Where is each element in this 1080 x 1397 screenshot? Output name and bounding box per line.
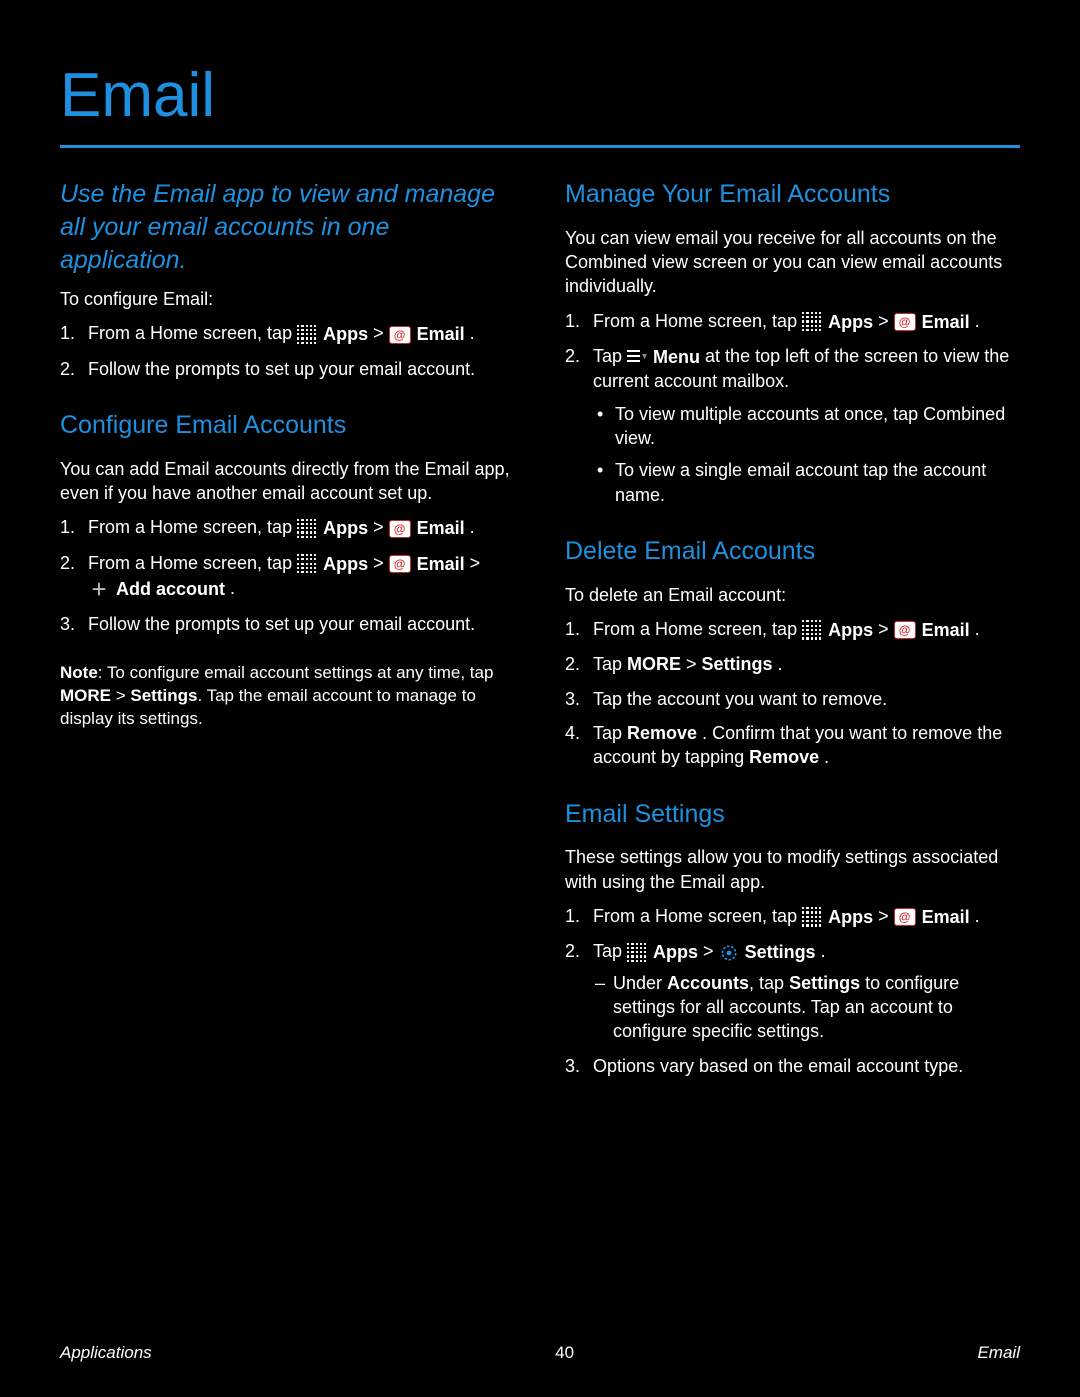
configure-accounts-body: You can add Email accounts directly from… bbox=[60, 457, 515, 506]
apps-icon bbox=[802, 620, 822, 640]
settings-step-3: 3. Options vary based on the email accou… bbox=[565, 1054, 1020, 1078]
delete-step-3: 3. Tap the account you want to remove. bbox=[565, 687, 1020, 711]
menu-dropdown-icon bbox=[627, 349, 647, 365]
add-icon: + bbox=[88, 578, 110, 600]
delete-step-2: 2. Tap MORE > Settings . bbox=[565, 652, 1020, 676]
add-step-1: 1. From a Home screen, tap Apps > @ Emai… bbox=[60, 515, 515, 540]
menu-label: Menu bbox=[653, 345, 700, 369]
manage-body: You can view email you receive for all a… bbox=[565, 226, 1020, 299]
note-box: Note: To configure email account setting… bbox=[60, 662, 515, 731]
footer-right: Email bbox=[977, 1343, 1020, 1363]
delete-step-1: 1. From a Home screen, tap Apps > @ Emai… bbox=[565, 617, 1020, 642]
manage-sub-combined: To view multiple accounts at once, tap C… bbox=[593, 402, 1020, 451]
manage-sub-single: To view a single email account tap the a… bbox=[593, 458, 1020, 507]
apps-label: Apps bbox=[323, 322, 368, 346]
email-icon: @ bbox=[894, 313, 916, 331]
heading-configure-accounts: Configure Email Accounts bbox=[60, 409, 515, 443]
email-icon: @ bbox=[389, 520, 411, 538]
configure-step-1: 1. From a Home screen, tap Apps > @ Emai… bbox=[60, 321, 515, 346]
apps-icon bbox=[627, 943, 647, 963]
email-icon: @ bbox=[389, 555, 411, 573]
gear-icon bbox=[719, 943, 739, 963]
to-configure-label: To configure Email: bbox=[60, 287, 515, 311]
configure-step-2: 2. Follow the prompts to set up your ema… bbox=[60, 357, 515, 381]
delete-step-4: 4. Tap Remove . Confirm that you want to… bbox=[565, 721, 1020, 770]
add-step-2: 2. From a Home screen, tap Apps > @ Emai… bbox=[60, 551, 515, 602]
heading-delete-accounts: Delete Email Accounts bbox=[565, 535, 1020, 569]
heading-email-settings: Email Settings bbox=[565, 798, 1020, 832]
settings-label: Settings bbox=[745, 940, 816, 964]
footer-left: Applications bbox=[60, 1343, 152, 1363]
page-footer: Applications 40 Email bbox=[0, 1343, 1080, 1363]
email-icon: @ bbox=[894, 621, 916, 639]
page-title: Email bbox=[60, 60, 1020, 131]
heading-manage-accounts: Manage Your Email Accounts bbox=[565, 178, 1020, 212]
apps-icon bbox=[802, 312, 822, 332]
email-icon: @ bbox=[389, 326, 411, 344]
apps-icon bbox=[297, 519, 317, 539]
apps-icon bbox=[297, 554, 317, 574]
apps-icon bbox=[297, 325, 317, 345]
footer-page-number: 40 bbox=[555, 1343, 574, 1363]
settings-step-2: 2. Tap Apps > Settings . bbox=[565, 939, 1020, 1043]
settings-step-1: 1. From a Home screen, tap Apps > @ Emai… bbox=[565, 904, 1020, 929]
add-account-label: Add account bbox=[116, 577, 225, 601]
title-rule bbox=[60, 145, 1020, 148]
add-step-3: 3. Follow the prompts to set up your ema… bbox=[60, 612, 515, 636]
email-icon: @ bbox=[894, 908, 916, 926]
email-label: Email bbox=[417, 322, 465, 346]
manage-step-2: 2. Tap Menu at the top left of the scree… bbox=[565, 344, 1020, 507]
manage-step-1: 1. From a Home screen, tap Apps > @ Emai… bbox=[565, 309, 1020, 334]
settings-sub-accounts: Under Accounts, tap Settings to configur… bbox=[593, 971, 1020, 1044]
delete-body: To delete an Email account: bbox=[565, 583, 1020, 607]
intro-text: Use the Email app to view and manage all… bbox=[60, 178, 515, 277]
apps-icon bbox=[802, 907, 822, 927]
email-settings-body: These settings allow you to modify setti… bbox=[565, 845, 1020, 894]
note-label: Note bbox=[60, 663, 98, 682]
